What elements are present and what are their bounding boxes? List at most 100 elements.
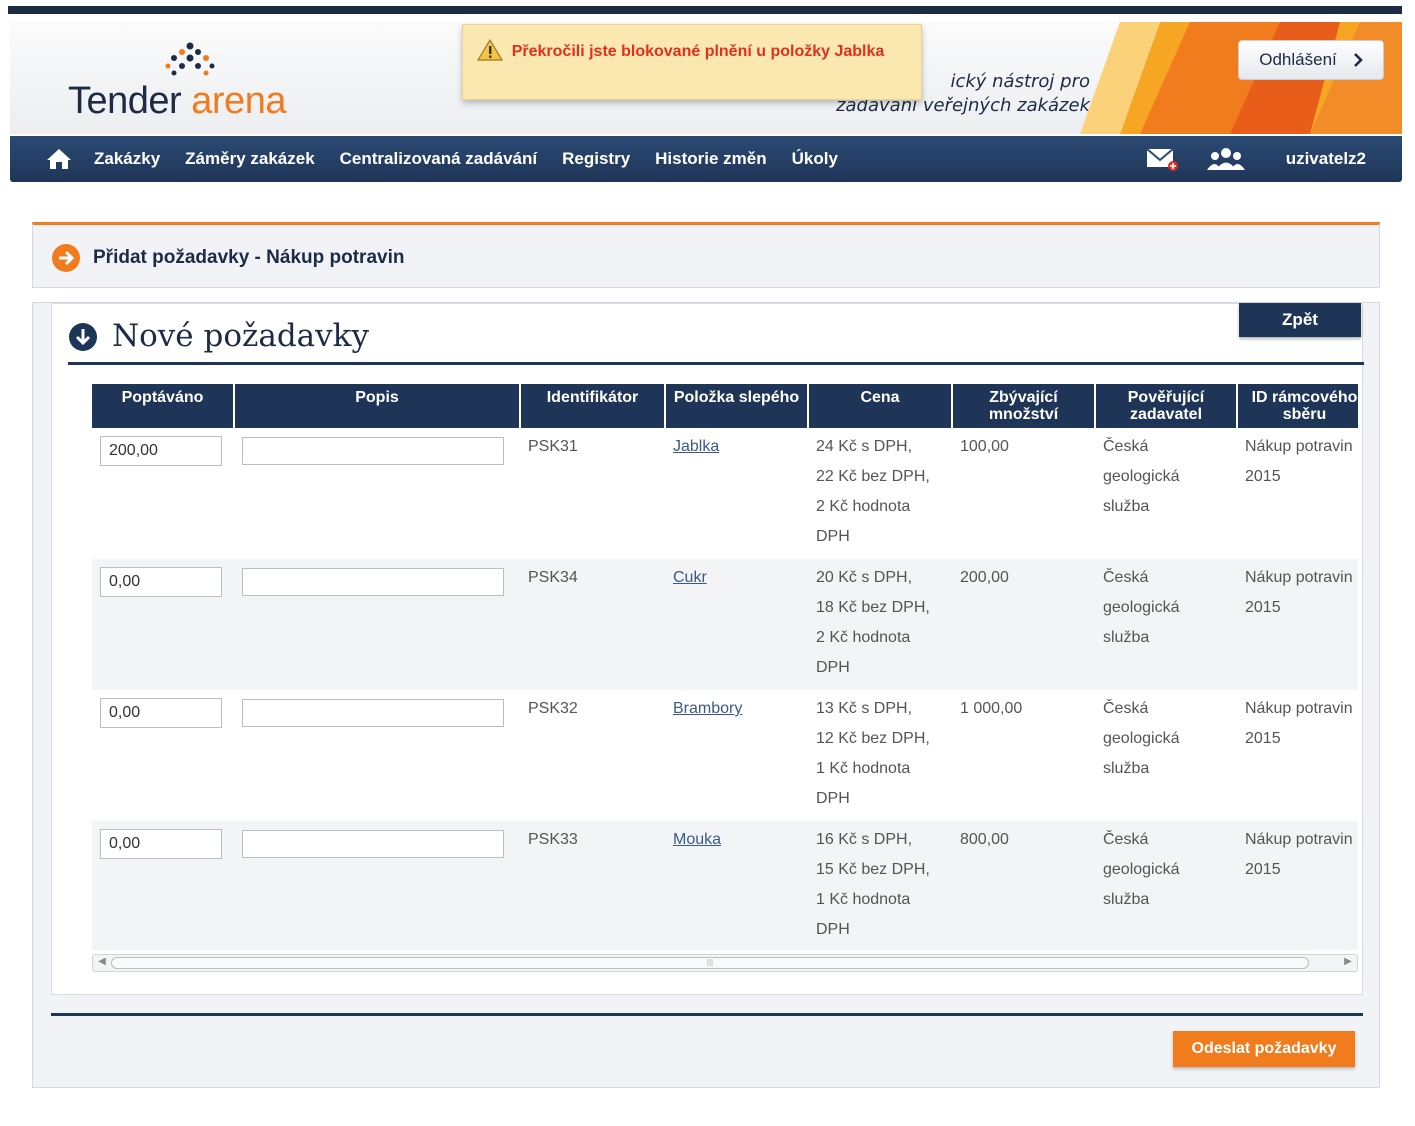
col-header-identifikator[interactable]: Identifikátor (520, 384, 666, 428)
collection-line: Nákup potravin (1245, 700, 1353, 717)
cell-popis (234, 559, 520, 690)
col-header-polozka[interactable]: Položka slepého (665, 384, 809, 428)
nav-item-zakazky[interactable]: Zakázky (94, 149, 160, 169)
price-line: 2 Kč hodnota (816, 629, 911, 646)
price-line: DPH (816, 528, 850, 545)
description-input[interactable] (242, 830, 504, 858)
col-header-sber[interactable]: ID rámcového sběru (1237, 384, 1358, 428)
nav-username[interactable]: uzivatelz2 (1286, 149, 1366, 169)
price-line: DPH (816, 659, 850, 676)
col-header-cena[interactable]: Cena (808, 384, 953, 428)
nav-item-zamery-zakazek[interactable]: Záměry zakázek (185, 149, 314, 169)
cell-zbyvajici: 200,00 (952, 559, 1095, 690)
item-link[interactable]: Jablka (673, 438, 719, 455)
cell-cena: 20 Kč s DPH, 18 Kč bez DPH, 2 Kč hodnota DP… (808, 559, 952, 690)
cell-cena: 16 Kč s DPH, 15 Kč bez DPH, 1 Kč hodnota DP… (808, 821, 952, 950)
horizontal-scrollbar[interactable]: ◀ ||| ▶ (92, 954, 1358, 972)
table-header-row: Poptáváno Popis Identifikátor Položka sl… (92, 384, 1358, 428)
cell-sber: Nákup potravin 2015 (1237, 690, 1358, 821)
section-title: Nové požadavky (112, 318, 369, 354)
authority-line: geologická (1103, 599, 1180, 616)
alert-message: Překročili jste blokované plnění u polož… (511, 43, 885, 60)
nav-item-centralizovana-zadavani[interactable]: Centralizovaná zadávání (340, 149, 537, 169)
authority-line: Česká (1103, 438, 1149, 455)
col-header-zbyvajici[interactable]: Zbývající množství (952, 384, 1096, 428)
cell-cena: 13 Kč s DPH, 12 Kč bez DPH, 1 Kč hodnota DP… (808, 690, 952, 821)
cell-cena: 24 Kč s DPH, 22 Kč bez DPH, 2 Kč hodnota DP… (808, 428, 952, 559)
quantity-input[interactable] (100, 829, 222, 859)
authority-line: služba (1103, 629, 1150, 646)
col-header-zadavatel[interactable]: Pověřující zadavatel (1095, 384, 1238, 428)
cell-polozka: Jablka (665, 428, 808, 559)
cell-poptavano (92, 690, 234, 821)
cell-identifikator: PSK34 (520, 559, 665, 690)
price-line: 22 Kč bez DPH, (816, 468, 930, 485)
price-line: 12 Kč bez DPH, (816, 730, 930, 747)
authority-line: služba (1103, 760, 1150, 777)
authority-line: Česká (1103, 700, 1149, 717)
col-header-popis[interactable]: Popis (234, 384, 521, 428)
collection-line: 2015 (1245, 468, 1281, 485)
table-row: PSK31 Jablka 24 Kč s DPH, 22 Kč bez DPH, 2 K… (92, 428, 1358, 559)
table-row: PSK32Brambory13 Kč s DPH,12 Kč bez DPH,1… (92, 690, 1358, 821)
home-icon[interactable] (46, 147, 72, 171)
arrow-right-circle-icon (52, 244, 80, 272)
quantity-input[interactable] (100, 698, 222, 728)
logo[interactable]: Tender arena (68, 80, 286, 123)
authority-line: Česká (1103, 569, 1149, 586)
item-link[interactable]: Brambory (673, 700, 742, 717)
scroll-right-icon[interactable]: ▶ (1341, 956, 1355, 967)
cell-polozka: Mouka (665, 821, 808, 950)
nav-right: uzivatelz2 (1146, 136, 1366, 182)
item-link[interactable]: Cukr (673, 569, 707, 586)
description-input[interactable] (242, 568, 504, 596)
price-line: DPH (816, 921, 850, 938)
nav-item-registry[interactable]: Registry (562, 149, 630, 169)
authority-line: geologická (1103, 468, 1180, 485)
cell-poptavano (92, 428, 234, 559)
price-line: 13 Kč s DPH, (816, 700, 913, 717)
description-input[interactable] (242, 699, 504, 727)
scroll-left-icon[interactable]: ◀ (95, 956, 109, 967)
warning-icon (477, 39, 503, 61)
logo-dots-icon (165, 42, 215, 76)
users-icon[interactable] (1206, 147, 1246, 171)
scrollbar-thumb[interactable]: ||| (111, 957, 1309, 969)
collection-line: Nákup potravin (1245, 438, 1353, 455)
cell-popis (234, 690, 520, 821)
collection-line: Nákup potravin (1245, 831, 1353, 848)
collection-line: 2015 (1245, 730, 1281, 747)
cell-zadavatel: Česká geologická služba (1095, 428, 1237, 559)
mail-icon[interactable] (1146, 146, 1180, 172)
arrow-down-circle-icon (69, 323, 97, 351)
nav-item-ukoly[interactable]: Úkoly (792, 149, 838, 169)
authority-line: služba (1103, 891, 1150, 908)
cell-polozka: Brambory (665, 690, 808, 821)
submit-requests-button[interactable]: Odeslat požadavky (1173, 1031, 1355, 1067)
cell-zbyvajici: 100,00 (960, 438, 1009, 455)
col-header-poptavano[interactable]: Poptáváno (92, 384, 235, 428)
nav-item-historie-zmen[interactable]: Historie změn (655, 149, 766, 169)
authority-line: Česká (1103, 831, 1149, 848)
cell-zadavatel: Česká geologická služba (1095, 690, 1237, 821)
cell-poptavano (92, 821, 234, 950)
collection-line: 2015 (1245, 599, 1281, 616)
description-input[interactable] (242, 437, 504, 465)
requests-table: Poptáváno Popis Identifikátor Položka sl… (92, 384, 1358, 950)
price-line: 18 Kč bez DPH, (816, 599, 930, 616)
cell-popis (234, 428, 520, 559)
item-link[interactable]: Mouka (673, 831, 721, 848)
cell-zbyvajici: 1 000,00 (960, 700, 1023, 717)
cell-identifikator: PSK33 (520, 821, 665, 950)
logout-button[interactable]: Odhlášení (1238, 40, 1384, 80)
cell-polozka: Cukr (665, 559, 808, 690)
back-button[interactable]: Zpět (1239, 303, 1361, 337)
quantity-input[interactable] (100, 436, 222, 466)
quantity-input[interactable] (100, 567, 222, 597)
price-line: 24 Kč s DPH, (816, 438, 913, 455)
table-body: PSK31 Jablka 24 Kč s DPH, 22 Kč bez DPH, 2 K… (92, 428, 1358, 950)
logo-word-arena: arena (191, 80, 286, 122)
cell-sber: Nákup potravin 2015 (1237, 559, 1358, 690)
authority-line: služba (1103, 498, 1150, 515)
requests-table-container: Poptáváno Popis Identifikátor Položka sl… (92, 384, 1358, 950)
